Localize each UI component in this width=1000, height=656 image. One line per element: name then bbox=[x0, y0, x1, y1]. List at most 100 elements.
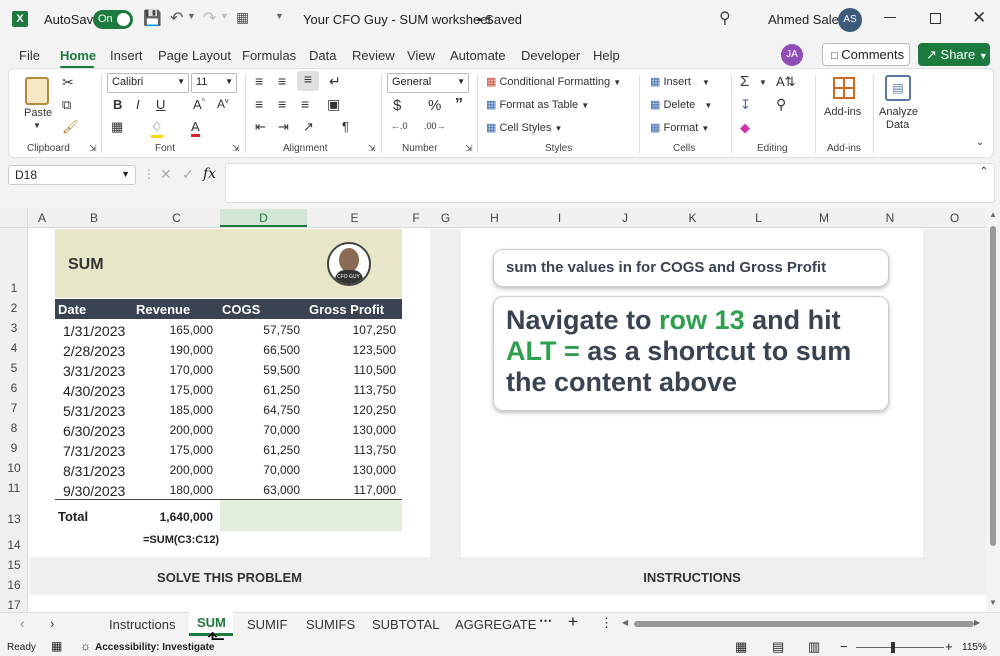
answer-cells[interactable] bbox=[220, 500, 402, 531]
header-cogs[interactable]: COGS bbox=[222, 302, 260, 317]
cell-gross-profit[interactable]: 113,750 bbox=[307, 443, 397, 457]
align-right-icon[interactable]: ≡ bbox=[301, 96, 309, 112]
cell-revenue[interactable]: 170,000 bbox=[133, 363, 213, 377]
zoom-slider-thumb[interactable] bbox=[891, 642, 895, 653]
scroll-left-icon[interactable]: ◀ bbox=[622, 618, 628, 627]
cell-styles-button[interactable]: ▦ Cell Styles ▼ bbox=[486, 121, 562, 134]
header-gross-profit[interactable]: Gross Profit bbox=[309, 302, 384, 317]
qat-more-icon[interactable]: ▼ bbox=[275, 11, 284, 21]
menu-view[interactable]: View bbox=[407, 48, 435, 63]
cut-icon[interactable]: ✂ bbox=[62, 74, 74, 91]
header-revenue[interactable]: Revenue bbox=[136, 302, 190, 317]
insert-cells-button[interactable]: ▦ Insert ▼ bbox=[650, 75, 710, 88]
text-direction-icon[interactable]: ¶ bbox=[342, 119, 349, 134]
row-header[interactable]: 8 bbox=[0, 421, 28, 435]
font-name-select[interactable]: Calibri ▼ bbox=[107, 73, 189, 93]
menu-page-layout[interactable]: Page Layout bbox=[158, 48, 231, 63]
menu-developer[interactable]: Developer bbox=[521, 48, 580, 63]
column-header[interactable]: D bbox=[220, 209, 307, 227]
enter-icon[interactable]: ✓ bbox=[182, 166, 194, 183]
column-header[interactable]: K bbox=[659, 209, 726, 227]
align-top-icon[interactable]: ≡ bbox=[255, 73, 263, 89]
search-icon[interactable]: ⚲ bbox=[719, 8, 731, 28]
paste-label[interactable]: Paste bbox=[24, 107, 52, 119]
cell-cogs[interactable]: 70,000 bbox=[220, 463, 300, 477]
column-header[interactable]: G bbox=[430, 209, 461, 227]
undo-dropdown-icon[interactable]: ▼ bbox=[187, 11, 196, 21]
row-header[interactable]: 11 bbox=[0, 481, 28, 495]
zoom-level[interactable]: 115% bbox=[962, 642, 987, 653]
wrap-text-icon[interactable]: ↵ bbox=[329, 73, 341, 90]
cell-revenue[interactable]: 185,000 bbox=[133, 403, 213, 417]
menu-data[interactable]: Data bbox=[309, 48, 336, 63]
menu-help[interactable]: Help bbox=[593, 48, 620, 63]
fill-icon[interactable]: ↧ bbox=[740, 97, 751, 113]
increase-font-icon[interactable]: A^ bbox=[193, 97, 205, 112]
tab-instructions[interactable]: Instructions bbox=[109, 617, 175, 632]
column-header[interactable]: A bbox=[29, 209, 55, 227]
row-header[interactable]: 2 bbox=[0, 301, 28, 315]
cell-date[interactable]: 1/31/2023 bbox=[63, 323, 133, 339]
decrease-indent-icon[interactable]: ⇤ bbox=[255, 119, 266, 135]
save-icon[interactable]: 💾 bbox=[143, 9, 162, 27]
maximize-icon[interactable] bbox=[930, 13, 941, 24]
tab-aggregate[interactable]: AGGREGATE bbox=[455, 617, 536, 632]
undo-icon[interactable]: ↶ bbox=[170, 8, 183, 28]
row-header[interactable]: 13 bbox=[0, 512, 28, 526]
analyze-data-icon[interactable]: ▤ bbox=[885, 75, 911, 101]
paste-icon[interactable] bbox=[25, 77, 49, 105]
document-title[interactable]: Your CFO Guy - SUM worksheet bbox=[303, 12, 491, 27]
row-header[interactable]: 15 bbox=[0, 558, 28, 572]
align-bottom-icon[interactable]: ≡ bbox=[297, 71, 319, 91]
zoom-slider[interactable] bbox=[856, 647, 944, 648]
redo-dropdown-icon[interactable]: ▼ bbox=[220, 11, 229, 21]
autosave-toggle[interactable]: On bbox=[93, 10, 133, 29]
row-header[interactable]: 16 bbox=[0, 578, 28, 592]
page-break-view-icon[interactable]: ▥ bbox=[808, 639, 820, 655]
expand-formula-icon[interactable]: ⌃ bbox=[980, 166, 988, 177]
column-header[interactable]: I bbox=[528, 209, 591, 227]
minimize-icon[interactable] bbox=[884, 17, 896, 18]
menu-formulas[interactable]: Formulas bbox=[242, 48, 296, 63]
scroll-up-icon[interactable]: ▲ bbox=[989, 210, 997, 219]
align-center-icon[interactable]: ≡ bbox=[278, 96, 286, 112]
row-header[interactable]: 14 bbox=[0, 538, 28, 552]
user-name[interactable]: Ahmed Saleh bbox=[768, 12, 846, 27]
add-ins-icon[interactable] bbox=[833, 77, 855, 99]
menu-review[interactable]: Review bbox=[352, 48, 395, 63]
row-header[interactable]: 6 bbox=[0, 381, 28, 395]
menu-home[interactable]: Home bbox=[60, 48, 96, 63]
share-button[interactable]: ↗ Share ▼ bbox=[918, 43, 990, 66]
align-middle-icon[interactable]: ≡ bbox=[278, 73, 286, 89]
cell-cogs[interactable]: 61,250 bbox=[220, 383, 300, 397]
more-sheets-icon[interactable]: ⋯ bbox=[539, 613, 552, 629]
menu-file[interactable]: File bbox=[19, 48, 40, 63]
total-value[interactable]: 1,640,000 bbox=[133, 510, 213, 524]
cell-date[interactable]: 3/31/2023 bbox=[63, 363, 133, 379]
tab-subtotal[interactable]: SUBTOTAL bbox=[372, 617, 439, 632]
column-header[interactable]: F bbox=[402, 209, 430, 227]
row-header[interactable]: 5 bbox=[0, 361, 28, 375]
zoom-in-icon[interactable]: + bbox=[945, 639, 953, 654]
column-header[interactable]: B bbox=[55, 209, 133, 227]
column-header[interactable]: J bbox=[591, 209, 659, 227]
decrease-decimal-icon[interactable]: .00→ bbox=[424, 121, 446, 131]
orientation-icon[interactable]: ↗ bbox=[303, 119, 314, 135]
row-header[interactable]: 1 bbox=[0, 281, 28, 295]
row-header[interactable]: 10 bbox=[0, 461, 28, 475]
select-all-corner[interactable] bbox=[0, 208, 28, 228]
number-format-select[interactable]: General ▼ bbox=[387, 73, 469, 93]
user-avatar[interactable]: AS bbox=[838, 8, 862, 32]
font-color-icon[interactable]: A bbox=[191, 119, 200, 137]
cell-revenue[interactable]: 165,000 bbox=[133, 323, 213, 337]
cell-cogs[interactable]: 64,750 bbox=[220, 403, 300, 417]
cell-date[interactable]: 6/30/2023 bbox=[63, 423, 133, 439]
comma-icon[interactable]: ” bbox=[455, 96, 463, 114]
scroll-right-icon[interactable]: ▶ bbox=[974, 618, 980, 627]
cell-revenue[interactable]: 200,000 bbox=[133, 423, 213, 437]
tab-sumifs[interactable]: SUMIFS bbox=[306, 617, 355, 632]
cancel-icon[interactable]: ✕ bbox=[160, 166, 172, 183]
cell-date[interactable]: 2/28/2023 bbox=[63, 343, 133, 359]
cell-gross-profit[interactable]: 117,000 bbox=[307, 483, 397, 497]
number-launcher-icon[interactable]: ⇲ bbox=[465, 143, 473, 154]
